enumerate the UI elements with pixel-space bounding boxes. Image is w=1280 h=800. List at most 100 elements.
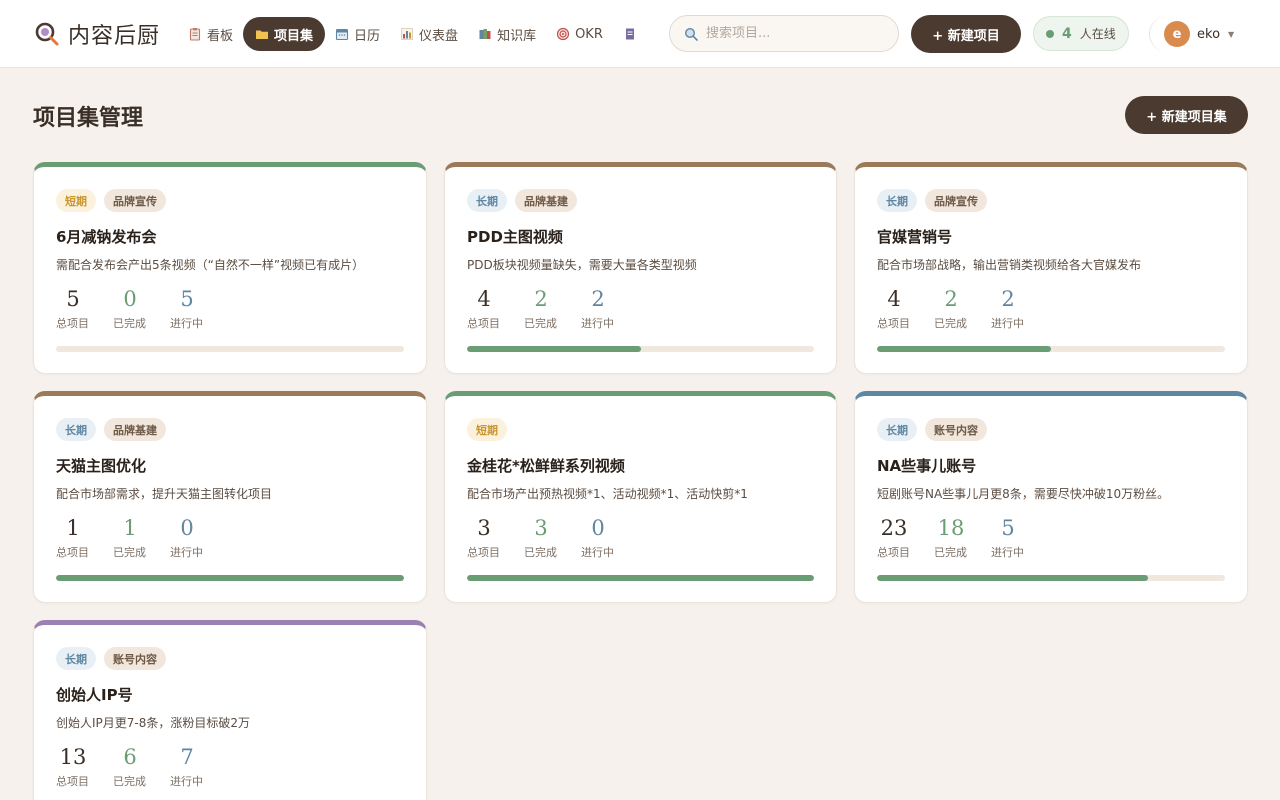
project-set-card[interactable]: 长期 账号内容 NA些事儿账号 短剧账号NA些事儿月更8条，需要尽快冲破10万粉… [854, 391, 1248, 603]
card-stats: 4 总项目 2 已完成 2 进行中 [877, 287, 1225, 331]
stat-total-label: 总项目 [56, 317, 89, 330]
card-tags: 短期 品牌宣传 [56, 189, 404, 212]
progress-bar [56, 346, 404, 352]
nav-item-1[interactable]: 项目集 [243, 17, 326, 51]
online-label: 人在线 [1079, 27, 1116, 41]
project-set-card[interactable]: 短期 金桂花*松鲜鲜系列视频 配合市场产出预热视频*1、活动视频*1、活动快剪*… [444, 391, 837, 603]
term-tag: 长期 [56, 418, 96, 441]
card-description: 配合市场部战略，输出营销类视频给各大官媒发布 [877, 258, 1142, 272]
search-icon [684, 27, 698, 41]
stat-done-value: 3 [534, 516, 548, 540]
card-stats: 3 总项目 3 已完成 0 进行中 [467, 516, 814, 560]
project-set-card[interactable]: 短期 品牌宣传 6月减钠发布会 需配合发布会产出5条视频（“自然不一样”视频已有… [33, 162, 427, 374]
card-title: 金桂花*松鲜鲜系列视频 [467, 457, 625, 475]
user-name: eko [1197, 26, 1221, 42]
term-tag: 短期 [56, 189, 96, 212]
online-count: 4 [1062, 25, 1072, 42]
avatar: e [1164, 21, 1190, 47]
category-tag: 品牌基建 [515, 189, 577, 212]
card-stats: 23 总项目 18 已完成 5 进行中 [877, 516, 1225, 560]
target-icon [556, 27, 570, 41]
card-tags: 长期 品牌基建 [467, 189, 814, 212]
search-input[interactable] [706, 26, 886, 41]
stat-total-label: 总项目 [467, 546, 500, 559]
books-icon [478, 27, 492, 41]
card-stats: 13 总项目 6 已完成 7 进行中 [56, 745, 404, 789]
nav-item-more[interactable] [613, 17, 652, 51]
stat-doing-value: 0 [591, 516, 605, 540]
project-set-card[interactable]: 长期 品牌基建 PDD主图视频 PDD板块视频量缺失，需要大量各类型视频 4 总… [444, 162, 837, 374]
progress-bar [877, 346, 1225, 352]
stat-doing: 5 进行中 [991, 516, 1048, 560]
stat-total-value: 1 [66, 516, 80, 540]
nav-item-label: 仪表盘 [419, 28, 459, 44]
search-box[interactable] [669, 15, 899, 52]
card-stats: 4 总项目 2 已完成 2 进行中 [467, 287, 814, 331]
stat-doing-label: 进行中 [581, 317, 614, 330]
progress-bar [467, 575, 814, 581]
stat-doing: 0 进行中 [170, 516, 227, 560]
card-description: 配合市场产出预热视频*1、活动视频*1、活动快剪*1 [467, 487, 748, 501]
nav-item-0[interactable]: 看板 [178, 17, 243, 51]
stat-doing-label: 进行中 [170, 775, 203, 788]
stat-total-value: 5 [66, 287, 80, 311]
nav-item-4[interactable]: 知识库 [468, 17, 546, 51]
card-title: NA些事儿账号 [877, 457, 977, 475]
stat-done: 0 已完成 [113, 287, 170, 331]
nav-item-label: OKR [575, 26, 603, 42]
stat-total-value: 4 [477, 287, 491, 311]
logo[interactable]: 内容后厨 [34, 18, 160, 50]
stat-doing-label: 进行中 [991, 317, 1024, 330]
new-project-set-button[interactable]: + 新建项目集 [1125, 96, 1248, 134]
category-tag: 品牌宣传 [104, 189, 166, 212]
online-dot-icon [1046, 29, 1054, 38]
stat-total-label: 总项目 [877, 317, 910, 330]
stat-doing-value: 2 [591, 287, 605, 311]
card-tags: 长期 品牌基建 [56, 418, 404, 441]
new-project-button[interactable]: + 新建项目 [911, 15, 1021, 53]
nav-item-2[interactable]: 日历 [325, 17, 390, 51]
stat-done: 2 已完成 [524, 287, 581, 331]
stat-total-label: 总项目 [877, 546, 910, 559]
stat-done-label: 已完成 [524, 317, 557, 330]
project-set-card[interactable]: 长期 账号内容 创始人IP号 创始人IP月更7-8条，涨粉目标破2万 13 总项… [33, 620, 427, 800]
stat-total-value: 3 [477, 516, 491, 540]
stat-doing-label: 进行中 [170, 546, 203, 559]
card-tags: 长期 账号内容 [56, 647, 404, 670]
card-description: 配合市场部需求，提升天猫主图转化项目 [56, 487, 273, 501]
project-set-card[interactable]: 长期 品牌宣传 官媒营销号 配合市场部战略，输出营销类视频给各大官媒发布 4 总… [854, 162, 1248, 374]
stat-total-label: 总项目 [467, 317, 500, 330]
term-tag: 长期 [877, 189, 917, 212]
stat-doing-label: 进行中 [581, 546, 614, 559]
page-title: 项目集管理 [33, 105, 144, 131]
progress-bar [467, 346, 814, 352]
stat-doing-label: 进行中 [991, 546, 1024, 559]
project-set-grid: 短期 品牌宣传 6月减钠发布会 需配合发布会产出5条视频（“自然不一样”视频已有… [33, 162, 1248, 800]
stat-done: 1 已完成 [113, 516, 170, 560]
chevron-down-icon: ▼ [1228, 29, 1235, 39]
stat-done-value: 6 [123, 745, 137, 769]
project-set-card[interactable]: 长期 品牌基建 天猫主图优化 配合市场部需求，提升天猫主图转化项目 1 总项目 … [33, 391, 427, 603]
user-menu[interactable]: e eko ▼ [1149, 16, 1249, 52]
nav-item-label: 日历 [354, 28, 381, 44]
card-title: 官媒营销号 [877, 228, 953, 246]
stat-doing: 0 进行中 [581, 516, 638, 560]
stat-total-value: 23 [880, 516, 908, 540]
progress-fill [467, 575, 814, 581]
nav-item-3[interactable]: 仪表盘 [390, 17, 468, 51]
stat-total: 5 总项目 [56, 287, 113, 331]
stat-total: 3 总项目 [467, 516, 524, 560]
nav-item-5[interactable]: OKR [546, 17, 613, 51]
card-tags: 短期 [467, 418, 814, 441]
online-users-badge[interactable]: 4 人在线 [1033, 16, 1129, 51]
term-tag: 长期 [877, 418, 917, 441]
progress-fill [877, 346, 1051, 352]
stat-done: 6 已完成 [113, 745, 170, 789]
card-stats: 1 总项目 1 已完成 0 进行中 [56, 516, 404, 560]
card-title: 天猫主图优化 [56, 457, 147, 475]
stat-total-value: 4 [887, 287, 901, 311]
stat-doing-label: 进行中 [170, 317, 203, 330]
card-description: 创始人IP月更7-8条，涨粉目标破2万 [56, 716, 251, 730]
main-nav: 看板 项目集 日历 仪表盘 知识库 OKR [178, 16, 668, 52]
stat-doing: 2 进行中 [581, 287, 638, 331]
